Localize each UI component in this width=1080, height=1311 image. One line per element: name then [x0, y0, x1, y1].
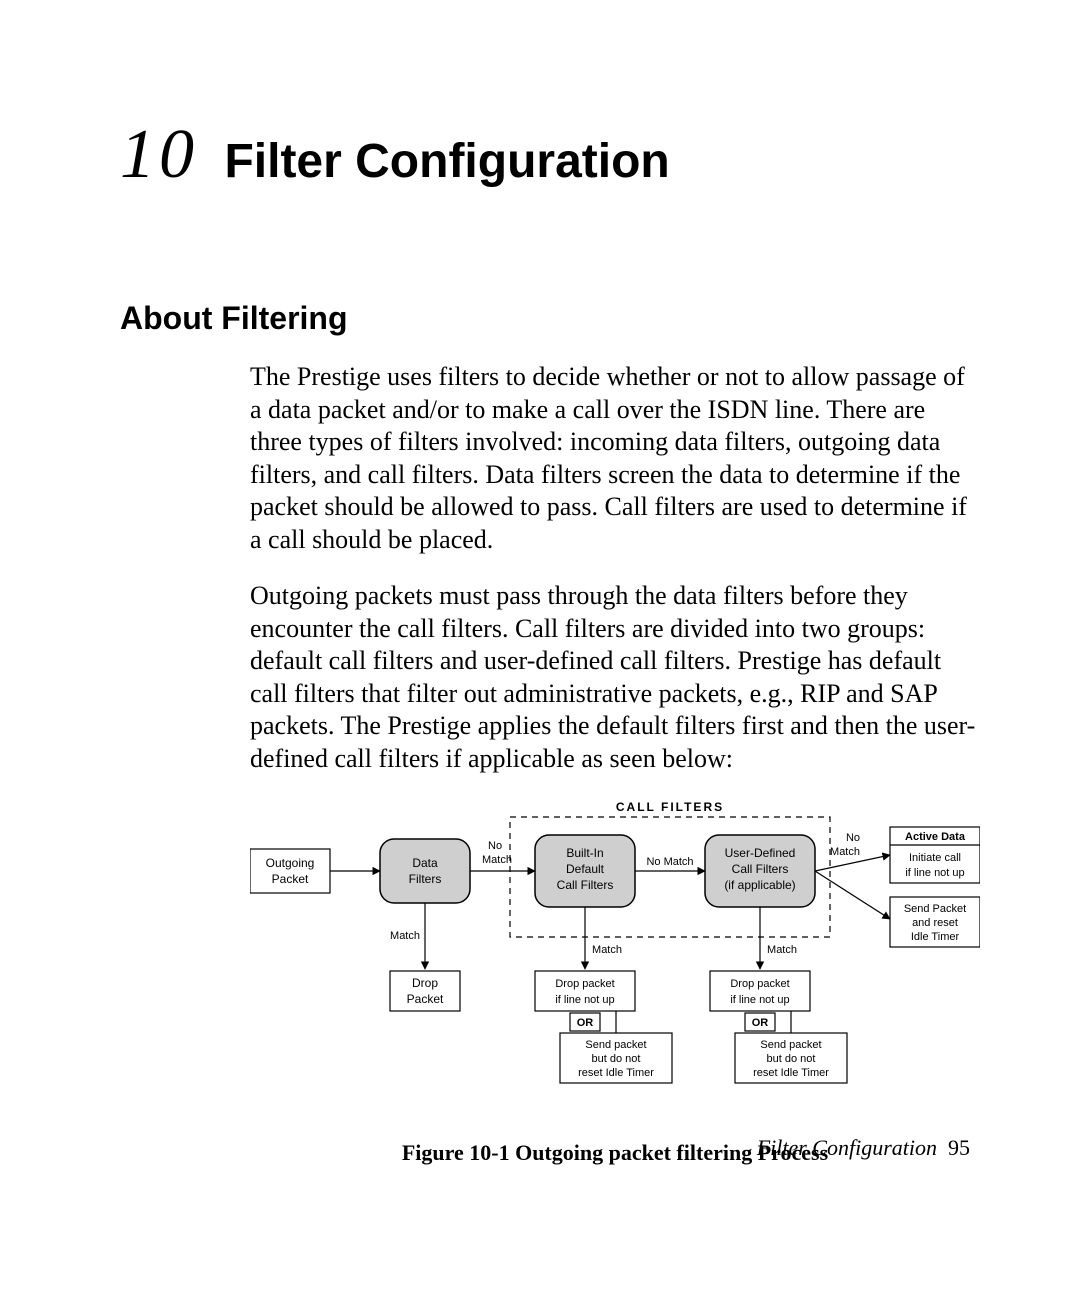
- box-active-data-line2: if line not up: [905, 867, 964, 879]
- box-or-2-text: OR: [752, 1017, 769, 1029]
- box-outgoing-packet-line1: Outgoing: [266, 856, 315, 870]
- body-block: The Prestige uses filters to decide whet…: [250, 361, 980, 775]
- box-send-no-reset-1: Send packet but do not reset Idle Timer: [560, 1033, 672, 1083]
- footer-text: Filter Configuration: [757, 1135, 937, 1160]
- chapter-title: 10 Filter Configuration: [120, 120, 970, 190]
- box-drop-line1: Drop: [412, 976, 438, 990]
- section-heading: About Filtering: [120, 300, 970, 337]
- paragraph-1: The Prestige uses filters to decide whet…: [250, 361, 980, 556]
- box-builtin-default: Built-In Default Call Filters: [535, 835, 635, 907]
- box-active-data: Active Data Initiate call if line not up: [890, 827, 980, 883]
- box-or-1-text: OR: [577, 1017, 594, 1029]
- chapter-title-text: Filter Configuration: [224, 138, 669, 186]
- box-data-filters-line2: Filters: [409, 872, 442, 886]
- box-snr1-line1: Send packet: [585, 1039, 646, 1051]
- page: 10 Filter Configuration About Filtering …: [0, 0, 1080, 1311]
- chapter-number: 10: [120, 120, 198, 190]
- box-builtin-line2: Default: [566, 862, 605, 876]
- arrow-userdef-to-sendreset: [815, 871, 890, 919]
- box-outgoing-packet: Outgoing Packet: [250, 849, 330, 893]
- box-snr2-line1: Send packet: [760, 1039, 821, 1051]
- label-no-match-1a: No: [488, 840, 502, 852]
- diagram-svg: CALL FILTERS Outgoing Packet Data Filter…: [250, 799, 980, 1119]
- box-drop-not-up-1-line2: if line not up: [555, 994, 614, 1006]
- label-match-1: Match: [390, 930, 420, 942]
- label-match-2: Match: [592, 944, 622, 956]
- box-snr1-line2: but do not: [592, 1053, 641, 1065]
- label-match-3: Match: [767, 944, 797, 956]
- paragraph-2: Outgoing packets must pass through the d…: [250, 580, 980, 775]
- box-drop-not-up-2-line2: if line not up: [730, 994, 789, 1006]
- box-or-1: OR: [570, 1013, 600, 1031]
- label-no-match-2: No Match: [646, 856, 693, 868]
- box-data-filters: Data Filters: [380, 839, 470, 903]
- box-builtin-line1: Built-In: [566, 846, 603, 860]
- box-userdef-line3: (if applicable): [724, 878, 795, 892]
- box-userdef-line2: Call Filters: [732, 862, 789, 876]
- box-active-data-line1: Initiate call: [909, 852, 961, 864]
- box-userdef-line1: User-Defined: [725, 846, 796, 860]
- box-drop-packet: Drop Packet: [390, 971, 460, 1011]
- box-snr2-line2: but do not: [767, 1053, 816, 1065]
- box-drop-line2: Packet: [407, 992, 444, 1006]
- box-send-reset-line2: and reset: [912, 917, 958, 929]
- box-or-2: OR: [745, 1013, 775, 1031]
- figure: CALL FILTERS Outgoing Packet Data Filter…: [250, 799, 980, 1166]
- box-user-defined: User-Defined Call Filters (if applicable…: [705, 835, 815, 907]
- diagram-header: CALL FILTERS: [616, 800, 724, 814]
- box-send-reset-line1: Send Packet: [904, 903, 966, 915]
- label-no-match-3a: No: [846, 832, 860, 844]
- box-send-reset-line3: Idle Timer: [911, 931, 960, 943]
- box-snr2-line3: reset Idle Timer: [753, 1067, 829, 1079]
- box-drop-not-up-2: Drop packet if line not up: [710, 971, 810, 1011]
- box-builtin-line3: Call Filters: [557, 878, 614, 892]
- box-drop-not-up-1: Drop packet if line not up: [535, 971, 635, 1011]
- box-data-filters-line1: Data: [412, 856, 438, 870]
- box-drop-not-up-2-line1: Drop packet: [730, 978, 789, 990]
- label-no-match-3b: Match: [830, 846, 860, 858]
- page-footer: Filter Configuration 95: [757, 1135, 970, 1161]
- box-drop-not-up-1-line1: Drop packet: [555, 978, 614, 990]
- box-outgoing-packet-line2: Packet: [272, 872, 309, 886]
- label-no-match-1b: Match: [482, 854, 512, 866]
- box-send-reset: Send Packet and reset Idle Timer: [890, 897, 980, 947]
- box-active-data-header: Active Data: [905, 831, 966, 843]
- box-send-no-reset-2: Send packet but do not reset Idle Timer: [735, 1033, 847, 1083]
- footer-page: 95: [948, 1135, 970, 1160]
- box-snr1-line3: reset Idle Timer: [578, 1067, 654, 1079]
